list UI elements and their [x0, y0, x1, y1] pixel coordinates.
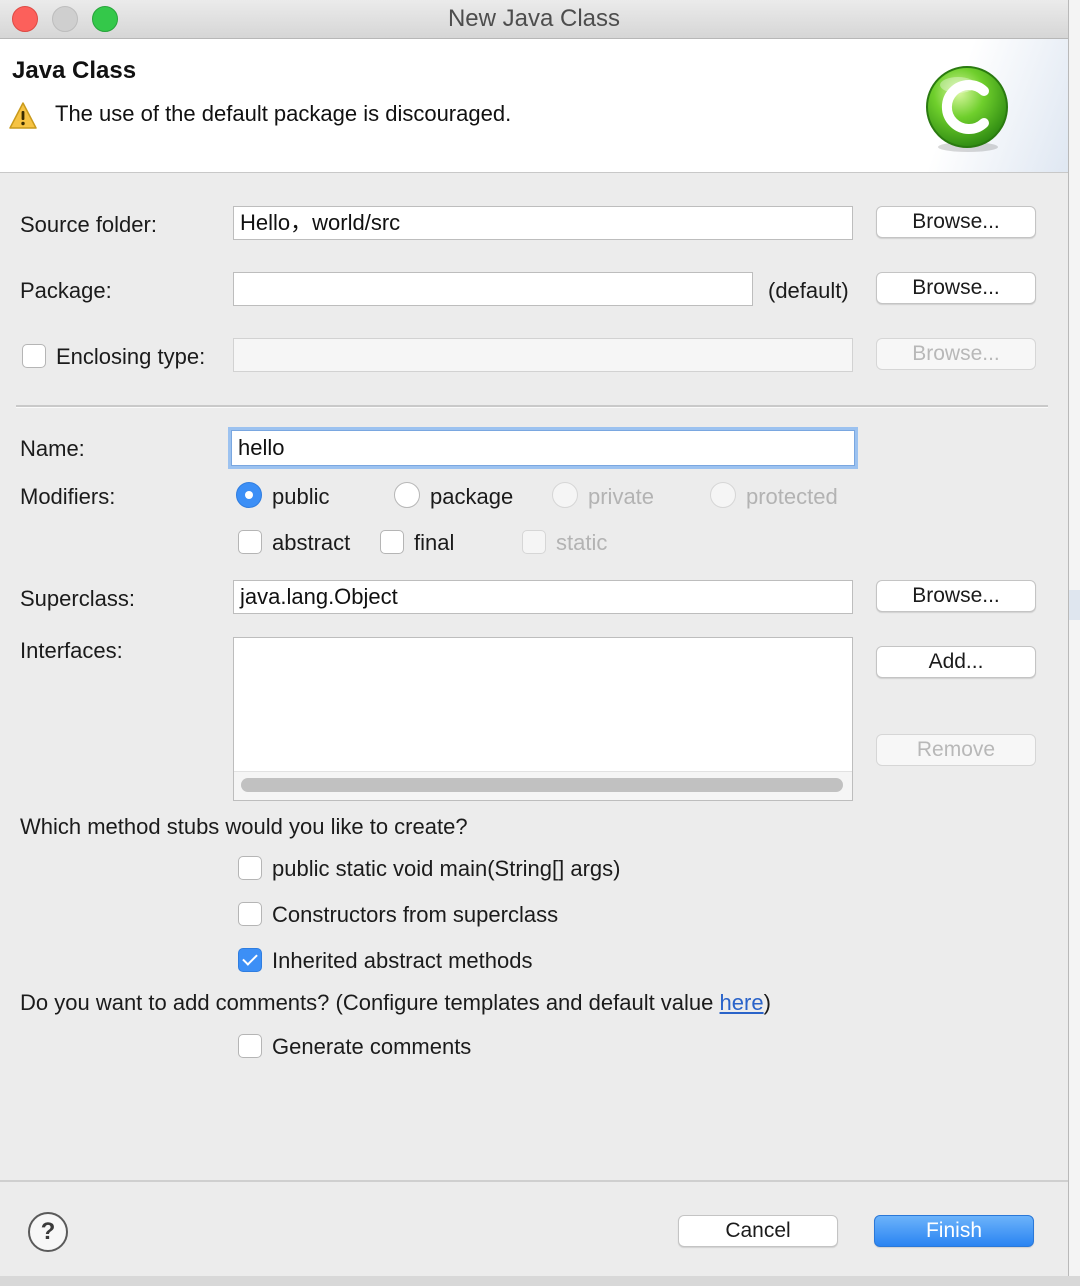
minimize-window-button[interactable]	[52, 6, 78, 32]
wizard-header: Java Class The use of the default packag…	[0, 39, 1068, 173]
main-method-label: public static void main(String[] args)	[272, 856, 621, 881]
templates-link[interactable]: here	[720, 990, 764, 1015]
private-radio	[552, 482, 578, 508]
help-icon[interactable]: ?	[28, 1212, 68, 1252]
window-bottom-edge	[0, 1276, 1080, 1286]
modifiers-label: Modifiers:	[20, 484, 116, 509]
window-title: New Java Class	[447, 5, 621, 32]
package-field[interactable]	[233, 272, 753, 306]
protected-label: protected	[746, 484, 838, 509]
add-interface-button[interactable]: Add...	[876, 646, 1036, 678]
package-browse-button[interactable]: Browse...	[876, 272, 1036, 304]
superclass-browse-button[interactable]: Browse...	[876, 580, 1036, 612]
final-checkbox[interactable]	[380, 530, 404, 554]
public-label: public	[272, 484, 330, 509]
constructors-label: Constructors from superclass	[272, 902, 559, 927]
constructors-checkbox[interactable]	[238, 902, 262, 926]
enclosing-type-field	[233, 338, 853, 372]
generate-comments-checkbox[interactable]	[238, 1034, 262, 1058]
inherited-abstract-methods-label: Inherited abstract methods	[272, 948, 533, 973]
inherited-abstract-methods-checkbox[interactable]	[238, 948, 262, 972]
interfaces-list[interactable]	[233, 637, 853, 801]
remove-interface-button: Remove	[876, 734, 1036, 766]
final-label: final	[414, 530, 455, 555]
private-label: private	[588, 484, 655, 509]
finish-button[interactable]: Finish	[874, 1215, 1034, 1247]
enclosing-type-label: Enclosing type:	[56, 344, 206, 369]
superclass-label: Superclass:	[20, 586, 135, 611]
main-method-checkbox[interactable]	[238, 856, 262, 880]
scrollbar-thumb[interactable]	[241, 778, 843, 792]
protected-radio	[710, 482, 736, 508]
zoom-window-button[interactable]	[92, 6, 118, 32]
superclass-field[interactable]: java.lang.Object	[233, 580, 853, 614]
package-radio[interactable]	[394, 482, 420, 508]
package-default-hint: (default)	[768, 278, 849, 303]
close-window-button[interactable]	[12, 6, 38, 32]
enclosing-type-browse-button: Browse...	[876, 338, 1036, 370]
generate-comments-label: Generate comments	[272, 1034, 472, 1059]
footer-separator	[0, 1180, 1068, 1182]
package-label: Package:	[20, 278, 112, 303]
separator	[16, 405, 1048, 408]
source-folder-browse-button[interactable]: Browse...	[876, 206, 1036, 238]
static-checkbox	[522, 530, 546, 554]
abstract-label: abstract	[272, 530, 351, 555]
interfaces-label: Interfaces:	[20, 638, 123, 663]
cancel-button[interactable]: Cancel	[678, 1215, 838, 1247]
method-stubs-question: Which method stubs would you like to cre…	[20, 814, 468, 839]
warning-icon	[9, 102, 37, 129]
page-title: Java Class	[12, 57, 137, 84]
package-modifier-label: package	[430, 484, 514, 509]
title-bar: New Java Class	[0, 0, 1068, 39]
abstract-checkbox[interactable]	[238, 530, 262, 554]
static-label: static	[556, 530, 608, 555]
source-folder-field[interactable]: Hello，world/src	[233, 206, 853, 240]
java-class-icon	[926, 66, 1008, 152]
name-field[interactable]: hello	[231, 430, 855, 466]
background-window-edge	[1069, 0, 1080, 1286]
name-label: Name:	[20, 436, 85, 461]
public-radio[interactable]	[236, 482, 262, 508]
interfaces-scrollbar[interactable]	[234, 771, 852, 800]
enclosing-type-checkbox[interactable]	[22, 344, 46, 368]
comments-question: Do you want to add comments? (Configure …	[20, 990, 771, 1015]
header-message: The use of the default package is discou…	[55, 101, 512, 126]
source-folder-label: Source folder:	[20, 212, 157, 237]
new-java-class-dialog: New Java Class Java Class The use of the…	[0, 0, 1069, 1286]
